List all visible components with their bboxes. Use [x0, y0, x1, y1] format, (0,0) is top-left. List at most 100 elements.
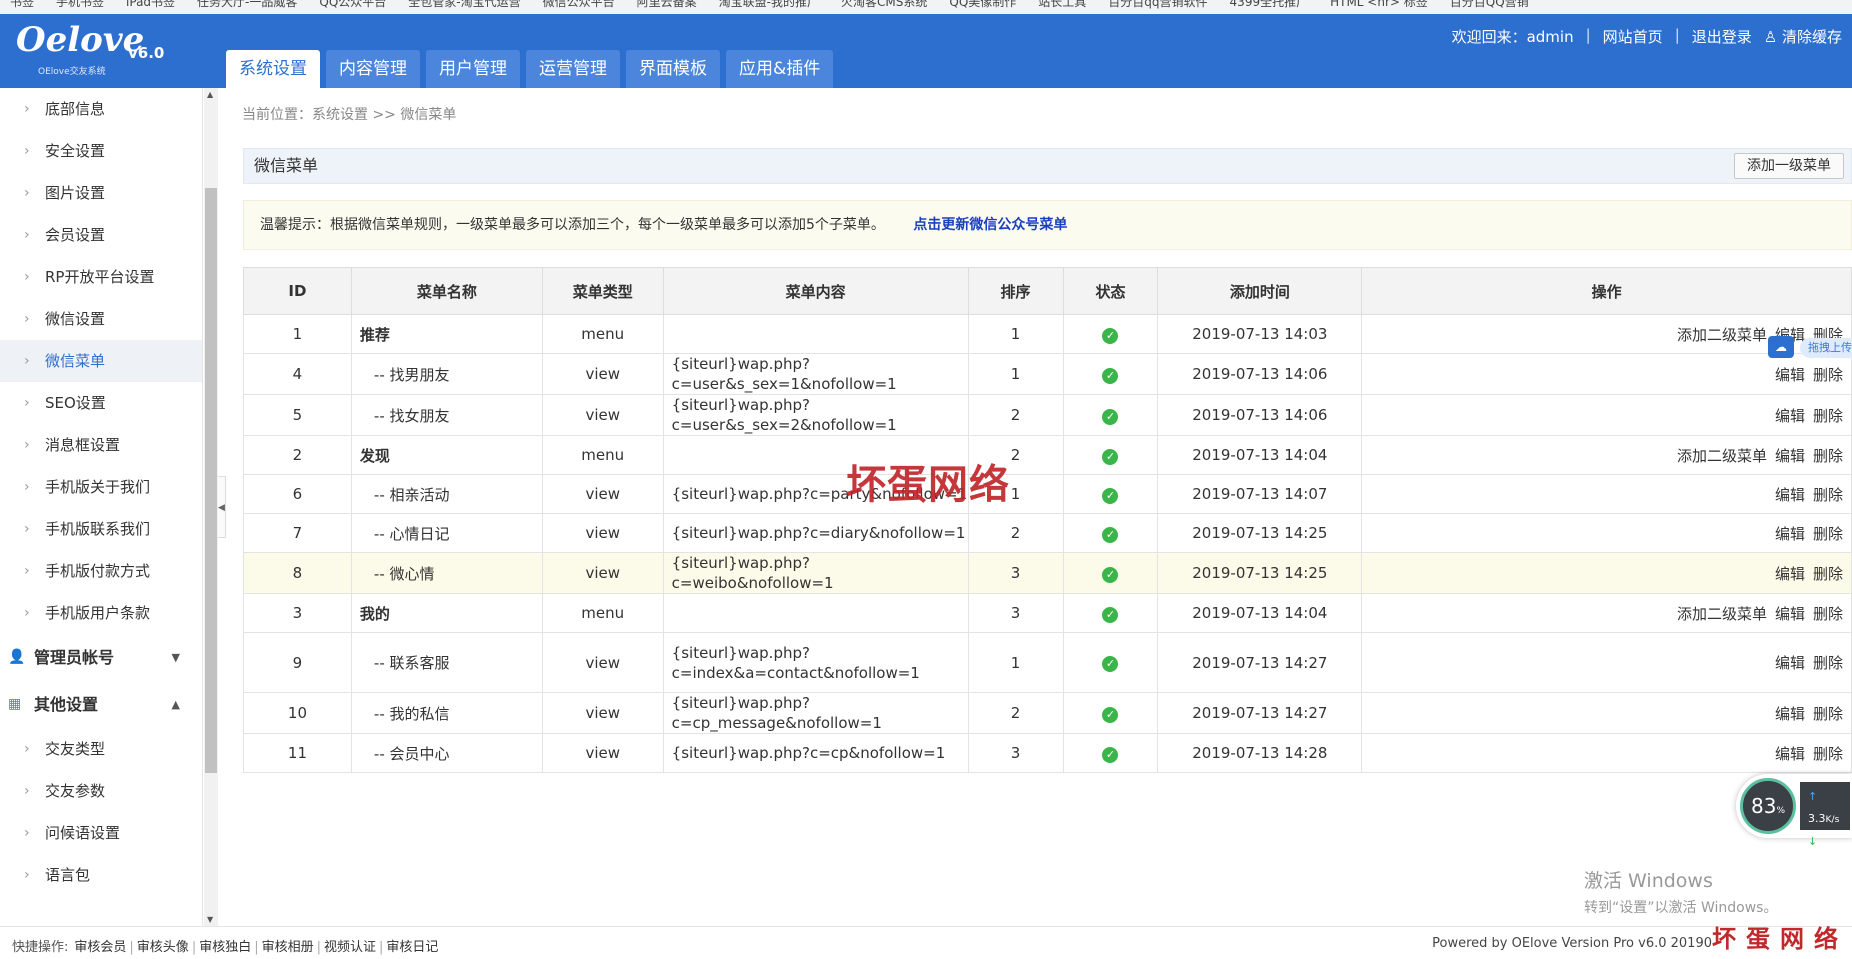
delete-link[interactable]: 删除: [1813, 366, 1843, 384]
check-icon[interactable]: ✓: [1102, 746, 1119, 763]
cell-type: menu: [541, 593, 664, 633]
check-icon[interactable]: ✓: [1102, 656, 1119, 672]
check-icon[interactable]: ✓: [1102, 566, 1119, 583]
bookmark-item[interactable]: iPad书签: [126, 0, 175, 14]
quick-action-link[interactable]: 审核独白: [199, 940, 251, 955]
sidebar-item[interactable]: › 手机版联系我们: [0, 508, 202, 550]
sidebar-group-label: 其他设置: [34, 695, 99, 714]
edit-link[interactable]: 编辑: [1775, 565, 1805, 583]
edit-link[interactable]: 编辑: [1775, 525, 1805, 543]
check-icon[interactable]: ✓: [1102, 367, 1119, 384]
sidebar-item[interactable]: › 会员设置: [0, 214, 202, 256]
bookmark-item[interactable]: 百分百QQ营销: [1450, 0, 1529, 14]
quick-action-link[interactable]: 审核头像: [137, 940, 189, 955]
scroll-up-icon[interactable]: ▲: [207, 90, 213, 99]
chevron-right-icon: ›: [24, 101, 30, 117]
cell-actions: 编辑 删除: [1361, 513, 1852, 553]
add-submenu-link[interactable]: 添加二级菜单: [1677, 605, 1767, 623]
tab-operations[interactable]: 运营管理: [526, 50, 620, 88]
add-submenu-link[interactable]: 添加二级菜单: [1677, 447, 1767, 465]
bookmark-item[interactable]: 手机书签: [56, 0, 104, 14]
site-home-link[interactable]: 网站首页: [1603, 26, 1663, 47]
sidebar-item[interactable]: › 图片设置: [0, 172, 202, 214]
check-icon[interactable]: ✓: [1102, 487, 1119, 504]
check-icon[interactable]: ✓: [1102, 606, 1119, 623]
bookmark-item[interactable]: 阿里云备案: [637, 0, 697, 14]
sidebar-item[interactable]: › 问候语设置: [0, 812, 202, 854]
edit-link[interactable]: 编辑: [1775, 447, 1805, 465]
quick-action-link[interactable]: 审核日记: [386, 940, 438, 955]
edit-link[interactable]: 编辑: [1775, 605, 1805, 623]
bookmark-item[interactable]: QQ公众平台: [319, 0, 386, 14]
bookmark-item[interactable]: 任务大厅-一品威客: [197, 0, 297, 14]
logo[interactable]: Oelove OElove交友系统: [16, 20, 144, 77]
sidebar-scrollbar[interactable]: ▲ ▼: [204, 88, 218, 926]
clear-cache-link[interactable]: ♙ 清除缓存: [1764, 26, 1842, 47]
sidebar-collapse-handle[interactable]: ◀: [218, 476, 226, 538]
sidebar-item[interactable]: › 手机版付款方式: [0, 550, 202, 592]
bookmark-item[interactable]: 百分百qq营销软件: [1108, 0, 1207, 14]
sidebar-group-admin[interactable]: 👤 管理员帐号 ▼: [0, 634, 202, 681]
sidebar-group-other[interactable]: ▦ 其他设置 ▲: [0, 681, 202, 728]
logout-link[interactable]: 退出登录: [1692, 26, 1752, 47]
sidebar-item[interactable]: › 手机版用户条款: [0, 592, 202, 634]
quick-action-link[interactable]: 审核会员: [74, 940, 126, 955]
add-submenu-link[interactable]: 添加二级菜单: [1677, 326, 1767, 344]
tab-user-management[interactable]: 用户管理: [426, 50, 520, 88]
bookmark-item[interactable]: 淘宝联盟-我的推广: [719, 0, 819, 14]
delete-link[interactable]: 删除: [1813, 605, 1843, 623]
sidebar-item[interactable]: › 交友类型: [0, 728, 202, 770]
check-icon[interactable]: ✓: [1102, 408, 1119, 425]
tab-apps-plugins[interactable]: 应用&插件: [726, 50, 834, 88]
delete-link[interactable]: 删除: [1813, 565, 1843, 583]
bookmark-item[interactable]: 微信公众平台: [543, 0, 615, 14]
scroll-down-icon[interactable]: ▼: [207, 915, 213, 924]
delete-link[interactable]: 删除: [1813, 407, 1843, 425]
delete-link[interactable]: 删除: [1813, 654, 1843, 672]
check-icon[interactable]: ✓: [1102, 327, 1119, 344]
sidebar-group-label: 管理员帐号: [34, 648, 115, 667]
update-wechat-menu-link[interactable]: 点击更新微信公众号菜单: [913, 217, 1067, 233]
sidebar-item[interactable]: › 微信设置: [0, 298, 202, 340]
tab-templates[interactable]: 界面模板: [626, 50, 720, 88]
sidebar-item[interactable]: › SEO设置: [0, 382, 202, 424]
delete-link[interactable]: 删除: [1813, 525, 1843, 543]
edit-link[interactable]: 编辑: [1775, 486, 1805, 504]
delete-link[interactable]: 删除: [1813, 705, 1843, 723]
check-icon[interactable]: ✓: [1102, 706, 1119, 723]
add-top-menu-button[interactable]: 添加一级菜单: [1734, 153, 1844, 179]
edit-link[interactable]: 编辑: [1775, 745, 1805, 763]
delete-link[interactable]: 删除: [1813, 745, 1843, 763]
sidebar-item[interactable]: › 交友参数: [0, 770, 202, 812]
quick-action-link[interactable]: 审核相册: [262, 940, 314, 955]
bookmark-item[interactable]: QQ美像制作: [949, 0, 1016, 14]
bookmark-item[interactable]: 4399全托推广: [1230, 0, 1309, 14]
tab-system-settings[interactable]: 系统设置: [226, 50, 320, 88]
sidebar-item[interactable]: › 语言包: [0, 854, 202, 896]
sidebar-item[interactable]: › 手机版关于我们: [0, 466, 202, 508]
drag-upload-tag[interactable]: 拖拽上传: [1800, 338, 1852, 358]
edit-link[interactable]: 编辑: [1775, 654, 1805, 672]
bookmark-item[interactable]: 全包管家-淘宝代运营: [408, 0, 520, 14]
tab-content-management[interactable]: 内容管理: [326, 50, 420, 88]
sidebar-item[interactable]: › 消息框设置: [0, 424, 202, 466]
edit-link[interactable]: 编辑: [1775, 705, 1805, 723]
cloud-upload-icon[interactable]: ☁: [1768, 336, 1794, 358]
scrollbar-thumb[interactable]: [205, 188, 217, 773]
sidebar-item[interactable]: › 微信菜单: [0, 340, 202, 382]
check-icon[interactable]: ✓: [1102, 526, 1119, 543]
delete-link[interactable]: 删除: [1813, 486, 1843, 504]
bookmark-item[interactable]: 火淘客CMS系统: [841, 0, 927, 14]
sidebar-item[interactable]: › RP开放平台设置: [0, 256, 202, 298]
sidebar-item[interactable]: › 安全设置: [0, 130, 202, 172]
sidebar-item[interactable]: › 底部信息: [0, 88, 202, 130]
edit-link[interactable]: 编辑: [1775, 366, 1805, 384]
sidebar-item-label: 手机版联系我们: [45, 520, 151, 538]
check-icon[interactable]: ✓: [1102, 448, 1119, 465]
bookmark-item[interactable]: 站长工具: [1038, 0, 1086, 14]
bookmark-item[interactable]: 书签: [10, 0, 34, 14]
delete-link[interactable]: 删除: [1813, 447, 1843, 465]
quick-action-link[interactable]: 视频认证: [324, 940, 376, 955]
edit-link[interactable]: 编辑: [1775, 407, 1805, 425]
bookmark-item[interactable]: HTML <hr> 标签: [1330, 0, 1428, 14]
